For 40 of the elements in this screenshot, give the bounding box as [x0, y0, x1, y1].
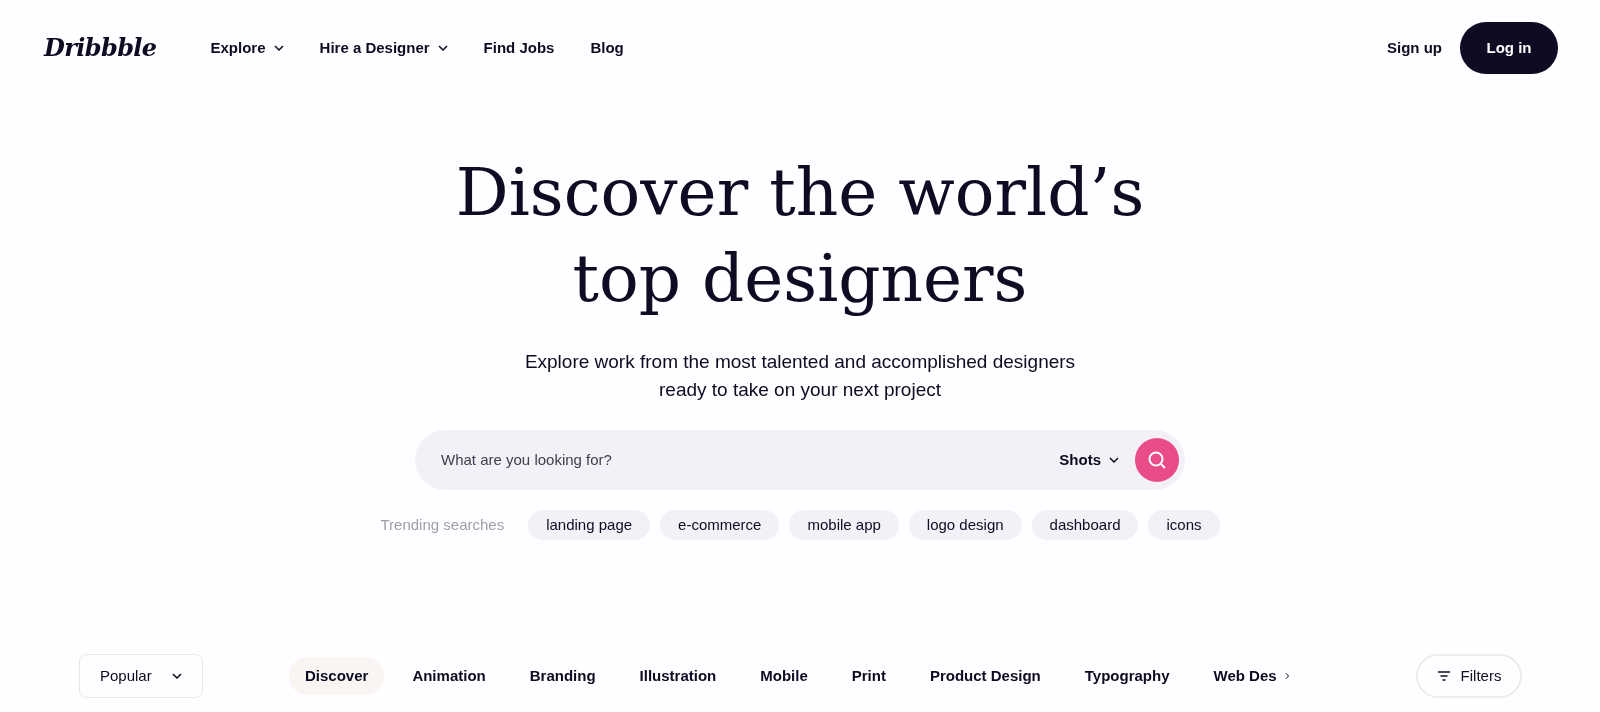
- hero-subtitle: ready to take on your next project: [659, 378, 941, 402]
- trending-label: Trending searches: [380, 514, 505, 535]
- filter-icon: [1436, 671, 1451, 681]
- sign-up-link[interactable]: Sign up: [1387, 36, 1442, 60]
- chevron-down-icon: [273, 45, 284, 51]
- trending-tag[interactable]: mobile app: [789, 510, 899, 540]
- trending-tag[interactable]: logo design: [908, 510, 1022, 540]
- logo[interactable]: Dribbble: [44, 30, 157, 66]
- nav-link[interactable]: Hire a Designer: [319, 36, 448, 60]
- filters-button[interactable]: Filters: [1416, 654, 1522, 698]
- search-icon: [1147, 450, 1167, 470]
- nav-link[interactable]: Blog: [590, 36, 624, 60]
- search-bar[interactable]: What are you looking for? Shots: [415, 430, 1185, 490]
- trending-tag[interactable]: icons: [1148, 510, 1220, 540]
- trending-tag[interactable]: landing page: [528, 510, 651, 540]
- category-tab[interactable]: Discover: [289, 657, 385, 695]
- chevron-right-icon[interactable]: [1284, 670, 1289, 682]
- category-tab[interactable]: Illustration: [623, 657, 733, 695]
- category-tab[interactable]: Web Des: [1197, 657, 1289, 695]
- nav-link[interactable]: Find Jobs: [483, 36, 555, 60]
- scope-dropdown[interactable]: Shots: [1059, 448, 1119, 472]
- category-tab[interactable]: Branding: [513, 657, 612, 695]
- chevron-down-icon: [1109, 457, 1119, 463]
- chevron-down-icon: [437, 45, 448, 51]
- hero-heading: top designers: [572, 239, 1028, 319]
- log-in-button[interactable]: Log in: [1460, 22, 1558, 74]
- category-tab[interactable]: Mobile: [744, 657, 824, 695]
- sort-dropdown[interactable]: Popular: [79, 654, 203, 698]
- trending-tag[interactable]: e-commerce: [660, 510, 780, 540]
- category-tab[interactable]: Animation: [396, 657, 502, 695]
- hero-heading: Discover the world’s: [455, 153, 1145, 233]
- nav-link[interactable]: Explore: [210, 36, 284, 60]
- category-tab[interactable]: Product Design: [913, 657, 1057, 695]
- trending-tag[interactable]: dashboard: [1031, 510, 1139, 540]
- hero-subtitle: Explore work from the most talented and accomplished designers: [524, 350, 1076, 374]
- chevron-down-icon: [172, 673, 182, 679]
- category-tab[interactable]: Typography: [1068, 657, 1186, 695]
- category-tab[interactable]: Print: [835, 657, 902, 695]
- search-field[interactable]: What are you looking for?: [441, 448, 1060, 472]
- search-button[interactable]: [1135, 438, 1179, 482]
